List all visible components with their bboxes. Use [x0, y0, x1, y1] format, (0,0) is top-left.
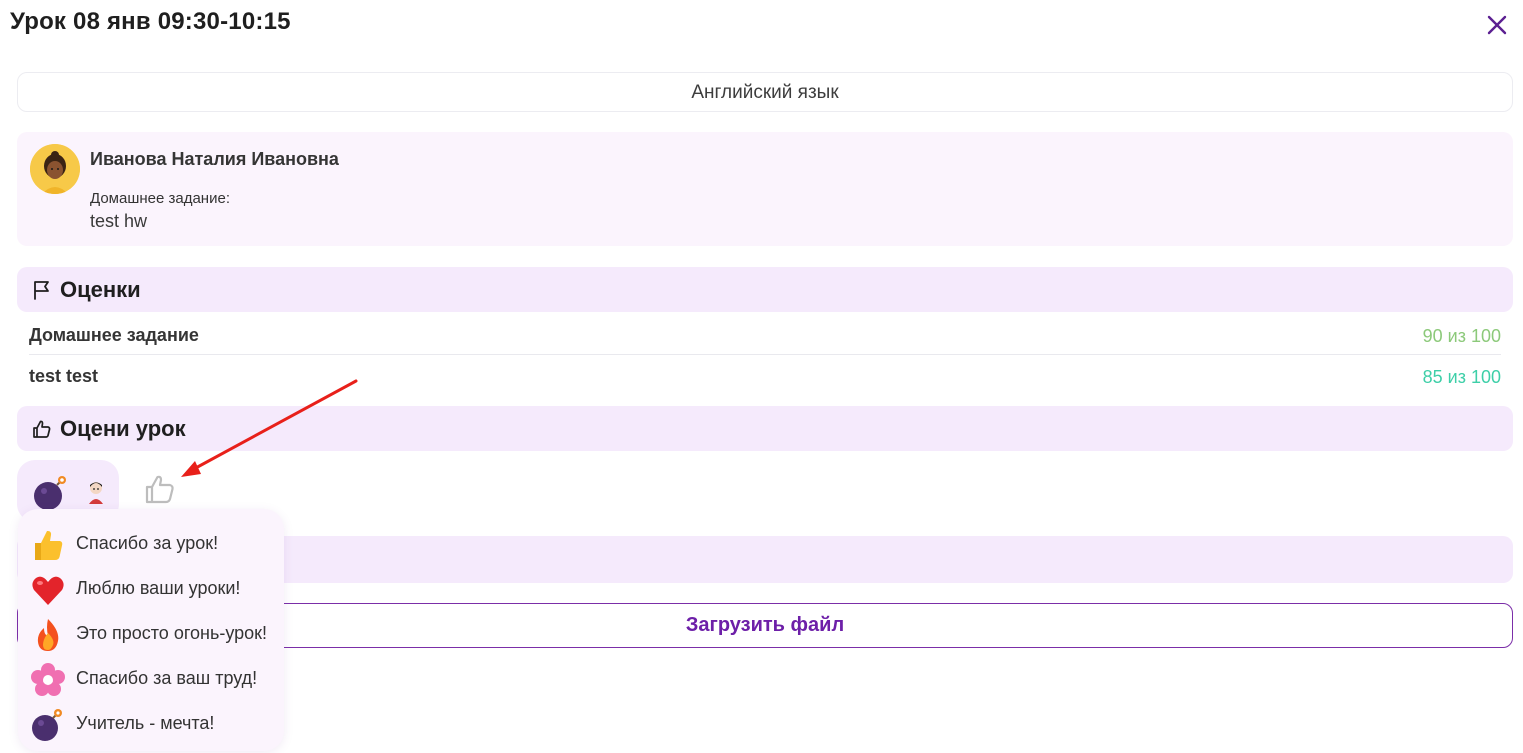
- grade-value: 85 из 100: [1422, 367, 1501, 387]
- homework-label: Домашнее задание:: [90, 190, 230, 207]
- user-avatar-icon: [89, 482, 103, 504]
- reactions-popup: Спасибо за урок! Люблю ваши уроки! Это п…: [18, 509, 284, 751]
- teacher-name: Иванова Наталия Ивановна: [90, 149, 339, 169]
- heart-emoji-icon: [32, 576, 64, 605]
- fire-emoji-icon: [37, 619, 59, 651]
- avatar: [30, 144, 80, 194]
- flower-emoji-icon: [31, 663, 65, 696]
- rate-section-title: Оцени урок: [60, 416, 186, 441]
- thumbs-up-emoji-icon: [35, 530, 63, 560]
- grade-name: Домашнее задание: [29, 325, 199, 345]
- reaction-label: Это просто огонь-урок!: [76, 623, 268, 643]
- grades-section-title: Оценки: [60, 277, 141, 302]
- rate-section-header: Оцени урок: [17, 406, 1513, 451]
- reaction-fire-lesson[interactable]: Это просто огонь-урок!: [30, 613, 280, 653]
- grade-row: test test 85 из 100: [29, 357, 1501, 397]
- reaction-label: Спасибо за урок!: [76, 533, 219, 553]
- bomb-icon: [34, 476, 66, 510]
- reaction-thanks-for-lesson[interactable]: Спасибо за урок!: [30, 523, 280, 563]
- page-title: Урок 08 янв 09:30-10:15: [10, 8, 291, 35]
- reaction-dream-teacher[interactable]: Учитель - мечта!: [30, 703, 280, 743]
- reaction-label: Учитель - мечта!: [76, 713, 215, 733]
- grade-value: 90 из 100: [1422, 326, 1501, 346]
- homework-text: test hw: [90, 211, 148, 231]
- close-icon[interactable]: [1484, 12, 1510, 38]
- grades-section-header: Оценки: [17, 267, 1513, 312]
- reaction-label: Люблю ваши уроки!: [76, 578, 241, 598]
- reaction-thanks-for-work[interactable]: Спасибо за ваш труд!: [30, 658, 280, 698]
- teacher-card: Иванова Наталия Ивановна Домашнее задани…: [17, 132, 1513, 246]
- thumbs-up-icon: [33, 420, 51, 438]
- reaction-love-lessons[interactable]: Люблю ваши уроки!: [30, 568, 280, 608]
- divider: [29, 354, 1501, 355]
- bomb-emoji-icon: [32, 709, 62, 741]
- subject-name: Английский язык: [17, 72, 1513, 112]
- grade-row: Домашнее задание 90 из 100: [29, 316, 1501, 356]
- flag-icon: [34, 281, 49, 300]
- grade-name: test test: [29, 366, 99, 386]
- like-button[interactable]: [143, 472, 177, 506]
- reaction-label: Спасибо за ваш труд!: [76, 668, 258, 688]
